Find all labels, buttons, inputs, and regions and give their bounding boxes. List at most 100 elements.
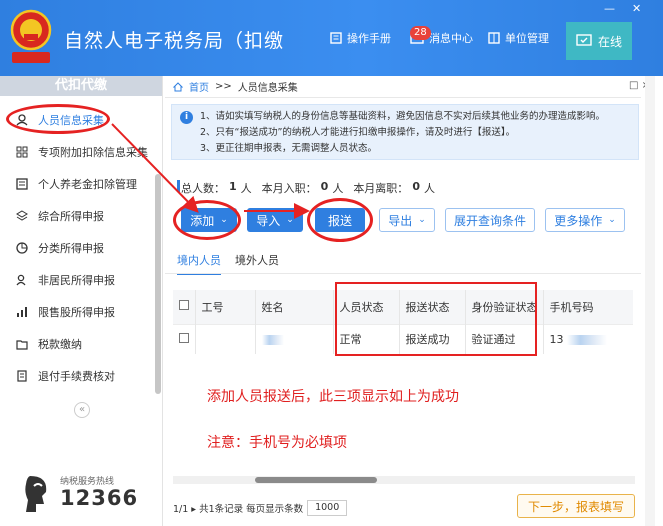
hotline-head-icon	[25, 476, 47, 512]
clipboard-icon	[17, 370, 27, 382]
pagination: 1/1 ▸ 共1条记录 每页显示条数 1000	[173, 500, 348, 516]
org-nav[interactable]: 单位管理	[488, 30, 549, 46]
breadcrumb-current: 人员信息采集	[237, 83, 298, 94]
select-all-checkbox[interactable]	[179, 300, 189, 311]
expand-filter-label: 展开查询条件	[453, 213, 526, 228]
message-label: 消息中心	[429, 32, 473, 45]
total-value: 1	[229, 180, 237, 193]
app-title: 自然人电子税务局（扣缴	[64, 30, 285, 52]
annotation-success-note: 添加人员报送后，此三项显示如上为成功	[207, 389, 459, 405]
message-count-badge: 28	[410, 26, 431, 40]
more-actions-button[interactable]: 更多操作 ⌄	[545, 208, 625, 232]
left-label: 本月离职：	[353, 182, 409, 195]
redacted-phone	[567, 334, 607, 345]
tab-divider	[165, 273, 641, 274]
grid-icon	[16, 146, 28, 158]
scrollbar-thumb[interactable]	[255, 477, 377, 483]
sidebar-item-special-deduction[interactable]: 专项附加扣除信息采集	[0, 138, 158, 166]
stats-marker	[177, 180, 180, 192]
page-size-input[interactable]: 1000	[307, 500, 348, 516]
joined-label: 本月入职：	[261, 182, 317, 195]
online-label: 在线	[597, 34, 622, 49]
next-step-button[interactable]: 下一步，报表填写	[517, 494, 635, 518]
collapse-sidebar-button[interactable]: «	[74, 402, 90, 418]
sidebar-item-classified[interactable]: 分类所得申报	[0, 234, 158, 262]
row-select-cell[interactable]	[173, 323, 196, 354]
left-value: 0	[412, 180, 420, 193]
sidebar-item-comprehensive[interactable]: 综合所得申报	[0, 202, 158, 230]
joined-value: 0	[320, 180, 329, 193]
total-label: 总人数：	[181, 182, 225, 195]
sidebar-title: 代扣代缴	[0, 76, 162, 96]
home-icon	[173, 81, 183, 91]
select-all-cell[interactable]	[173, 290, 196, 324]
manual-label: 操作手册	[347, 32, 391, 45]
sidebar-item-label: 退付手续费核对	[38, 370, 115, 383]
unit-label: 人	[332, 182, 344, 195]
personnel-tabs: 境内人员 境外人员	[177, 252, 279, 275]
sidebar-item-label: 专项附加扣除信息采集	[38, 146, 148, 159]
sidebar-item-label: 个人养老金扣除管理	[38, 178, 137, 191]
info-icon: i	[180, 111, 193, 124]
app-header: 自然人电子税务局（扣缴 操作手册 消息中心 28 单位管理 在线 — ✕	[0, 0, 663, 76]
redacted-name	[261, 334, 284, 345]
tab-domestic[interactable]: 境内人员	[177, 252, 221, 275]
sidebar-item-restricted-stock[interactable]: 限售股所得申报	[0, 298, 158, 326]
minimize-button[interactable]: —	[604, 2, 615, 15]
sidebar-item-label: 限售股所得申报	[38, 306, 115, 319]
breadcrumb-home-link[interactable]: 首页	[189, 79, 209, 94]
annotation-phone-note: 注意：手机号为必填项	[207, 435, 347, 451]
annotation-status-box	[335, 282, 537, 356]
sidebar: 代扣代缴 人员信息采集 专项附加扣除信息采集 个人养老金扣除管理 综合所得申报 …	[0, 76, 163, 526]
annotation-person-info-ring	[6, 104, 110, 134]
manual-icon	[330, 32, 342, 44]
manual-nav[interactable]: 操作手册	[330, 30, 391, 46]
cell-name	[255, 323, 334, 354]
notice-line: 3、更正往期申报表，无需调整人员状态。	[200, 143, 378, 154]
annotation-submit-ring	[307, 198, 373, 242]
chevron-down-icon: ⌄	[286, 215, 294, 225]
sidebar-item-label: 分类所得申报	[38, 242, 104, 255]
chevron-down-icon: ⌄	[418, 215, 426, 225]
unit-label: 人	[240, 182, 252, 195]
row-checkbox[interactable]	[179, 332, 189, 343]
annotation-add-ring	[173, 200, 241, 240]
sidebar-item-label: 税款缴纳	[38, 338, 82, 351]
table-horizontal-scrollbar[interactable]	[173, 476, 635, 484]
pager-info: 1/1 ▸ 共1条记录 每页显示条数	[173, 504, 304, 515]
sidebar-item-pension[interactable]: 个人养老金扣除管理	[0, 170, 158, 198]
expand-filter-button[interactable]: 展开查询条件	[445, 208, 535, 232]
building-icon	[488, 32, 500, 44]
sidebar-item-tax-payment[interactable]: 税款缴纳	[0, 330, 158, 358]
tax-emblem-logo	[10, 9, 52, 63]
breadcrumb-separator: >>	[215, 81, 232, 92]
sidebar-item-nonresident[interactable]: 非居民所得申报	[0, 266, 158, 294]
pie-icon	[16, 242, 28, 254]
notice-line: 1、请如实填写纳税人的身份信息等基础资料，避免因信息不实对后续其他业务的办理造成…	[200, 111, 606, 122]
hotline-number: 12366	[60, 486, 139, 510]
export-button[interactable]: 导出 ⌄	[379, 208, 435, 232]
col-header-id: 工号	[195, 290, 256, 324]
chevron-down-icon: ⌄	[608, 215, 616, 225]
online-status-button[interactable]: 在线	[566, 22, 632, 60]
sidebar-item-label: 非居民所得申报	[38, 274, 115, 287]
notice-box: i 1、请如实填写纳税人的身份信息等基础资料，避免因信息不实对后续其他业务的办理…	[171, 104, 639, 160]
sidebar-item-fee-refund[interactable]: 退付手续费核对	[0, 362, 158, 390]
import-label: 导入	[256, 213, 281, 228]
col-header-name: 姓名	[255, 290, 334, 324]
cell-id	[195, 323, 256, 354]
unit-label: 人	[423, 182, 435, 195]
main-vertical-scrollbar[interactable]	[645, 76, 655, 526]
notice-line: 2、只有“报送成功”的纳税人才能进行扣缴申报操作，请及时进行【报送】。	[200, 127, 516, 138]
tab-overseas[interactable]: 境外人员	[235, 252, 279, 275]
pension-icon	[16, 178, 28, 190]
close-window-button[interactable]: ✕	[632, 2, 641, 15]
phone-text: 13	[549, 332, 564, 346]
sidebar-item-label: 综合所得申报	[38, 210, 104, 223]
personnel-stats: 总人数： 1 人 本月入职： 0 人 本月离职： 0 人	[181, 180, 435, 196]
import-button[interactable]: 导入 ⌄	[247, 208, 303, 232]
export-label: 导出	[388, 213, 413, 228]
monitor-check-icon	[576, 34, 592, 46]
sidebar-scrollbar[interactable]	[155, 174, 161, 394]
more-actions-label: 更多操作	[554, 213, 603, 228]
